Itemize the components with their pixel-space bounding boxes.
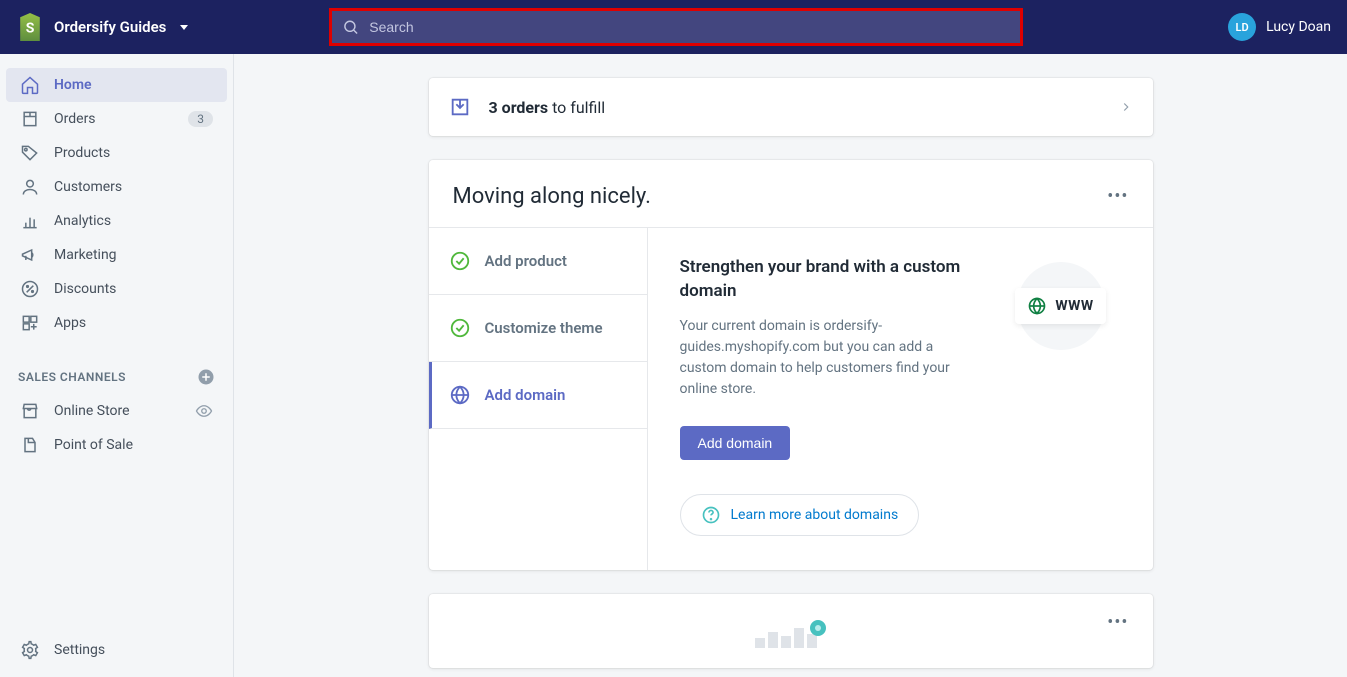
onboarding-title: Moving along nicely. [453, 184, 651, 209]
globe-icon [449, 384, 471, 406]
nav-marketing[interactable]: Marketing [6, 238, 227, 272]
nav-settings[interactable]: Settings [6, 633, 227, 667]
channel-pos[interactable]: Point of Sale [6, 428, 227, 462]
store-switcher[interactable]: Ordersify Guides [16, 13, 188, 41]
channel-online-store[interactable]: Online Store [6, 394, 227, 428]
store-icon [20, 401, 40, 421]
nav-label: Analytics [54, 213, 111, 229]
nav-home[interactable]: Home [6, 68, 227, 102]
add-channel-icon[interactable] [197, 368, 215, 386]
step-add-domain[interactable]: Add domain [429, 362, 647, 429]
step-customize-theme[interactable]: Customize theme [429, 295, 647, 362]
check-circle-icon [449, 317, 471, 339]
nav-label: Settings [54, 642, 105, 658]
domain-illustration: WWW [1001, 256, 1121, 356]
inbox-icon [449, 96, 471, 118]
shopify-logo-icon [16, 13, 44, 41]
discount-icon [20, 279, 40, 299]
nav-label: Point of Sale [54, 437, 133, 453]
search-icon [342, 18, 359, 36]
pos-icon [20, 435, 40, 455]
search-input[interactable] [369, 19, 1010, 35]
user-menu[interactable]: LD Lucy Doan [1228, 13, 1331, 41]
avatar: LD [1228, 13, 1256, 41]
view-store-icon[interactable] [195, 402, 213, 420]
step-detail: Strengthen your brand with a custom doma… [647, 228, 1153, 570]
question-circle-icon [701, 505, 721, 525]
top-bar: Ordersify Guides LD Lucy Doan [0, 0, 1347, 54]
fulfill-orders-card[interactable]: 3 orders to fulfill [429, 78, 1153, 136]
onboarding-card: Moving along nicely. ••• Add product Cus… [429, 160, 1153, 570]
card-menu-icon[interactable]: ••• [1107, 186, 1128, 207]
detail-desc: Your current domain is ordersify-guides.… [680, 316, 960, 400]
nav-label: Marketing [54, 247, 117, 263]
detail-title: Strengthen your brand with a custom doma… [680, 256, 981, 304]
mini-illustration [453, 622, 1129, 648]
nav-label: Home [54, 77, 92, 93]
orders-icon [20, 109, 40, 129]
customer-icon [20, 177, 40, 197]
gear-icon [20, 640, 40, 660]
fulfill-text: 3 orders to fulfill [489, 98, 606, 117]
analytics-icon [20, 211, 40, 231]
home-icon [20, 75, 40, 95]
nav-apps[interactable]: Apps [6, 306, 227, 340]
orders-badge: 3 [188, 111, 213, 127]
megaphone-icon [20, 245, 40, 265]
step-add-product[interactable]: Add product [429, 228, 647, 295]
sales-channels-header: SALES CHANNELS [0, 360, 233, 394]
card-menu-icon[interactable]: ••• [1107, 612, 1128, 633]
check-circle-icon [449, 250, 471, 272]
sidebar: Home Orders 3 Products Customers Analyti… [0, 54, 234, 677]
learn-more-link[interactable]: Learn more about domains [680, 494, 920, 536]
nav-label: Apps [54, 315, 86, 331]
onboarding-steps: Add product Customize theme Add domain [429, 228, 647, 570]
tag-icon [20, 143, 40, 163]
store-name: Ordersify Guides [54, 18, 166, 36]
nav-label: Orders [54, 111, 96, 127]
nav-label: Online Store [54, 403, 130, 419]
search-bar[interactable] [329, 8, 1023, 46]
nav-analytics[interactable]: Analytics [6, 204, 227, 238]
chevron-right-icon [1119, 100, 1133, 114]
user-name: Lucy Doan [1266, 19, 1331, 35]
nav-products[interactable]: Products [6, 136, 227, 170]
caret-down-icon [180, 25, 188, 30]
main-content: 3 orders to fulfill Moving along nicely.… [234, 54, 1347, 677]
nav-label: Discounts [54, 281, 116, 297]
nav-label: Customers [54, 179, 122, 195]
nav-discounts[interactable]: Discounts [6, 272, 227, 306]
globe-icon [1027, 296, 1047, 316]
add-domain-button[interactable]: Add domain [680, 426, 791, 460]
nav-orders[interactable]: Orders 3 [6, 102, 227, 136]
secondary-card: ••• [429, 594, 1153, 668]
apps-icon [20, 313, 40, 333]
nav-label: Products [54, 145, 110, 161]
nav-customers[interactable]: Customers [6, 170, 227, 204]
